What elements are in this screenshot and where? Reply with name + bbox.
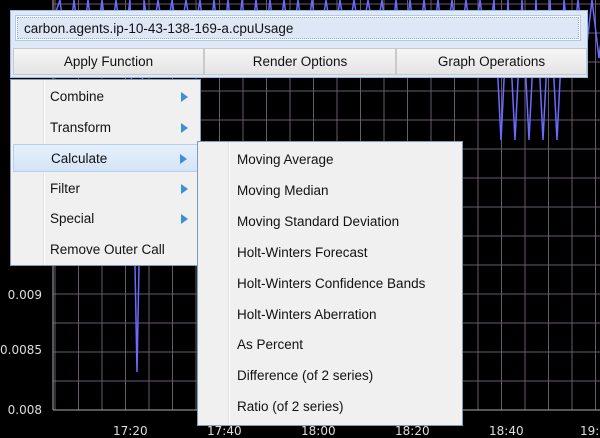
menu-item-label: Ratio (of 2 series) bbox=[237, 399, 344, 415]
menu-item-filter[interactable]: Filter bbox=[13, 175, 198, 203]
submenu-arrow-icon bbox=[181, 214, 188, 225]
menu-item-label: Combine bbox=[50, 89, 105, 104]
menu-item-label: Calculate bbox=[51, 151, 108, 167]
menu-item-label: Filter bbox=[50, 180, 80, 196]
render-options-button[interactable]: Render Options bbox=[204, 48, 396, 75]
menu-item-combine[interactable]: Combine bbox=[13, 83, 198, 111]
menu-item-label: Holt-Winters Confidence Bands bbox=[237, 275, 426, 291]
submenu-item-moving-average[interactable]: Moving Average bbox=[200, 146, 460, 174]
calculate-submenu: Moving Average Moving Median Moving Standa… bbox=[197, 141, 463, 426]
menu-item-label: Difference (of 2 series) bbox=[237, 368, 374, 384]
x-tick-label: 19: bbox=[580, 424, 600, 438]
menu-item-calculate[interactable]: Calculate bbox=[13, 144, 198, 173]
menu-item-label: Special bbox=[50, 211, 95, 227]
graph-target-list[interactable]: carbon.agents.ip-10-43-138-169-a.cpuUsag… bbox=[15, 15, 581, 41]
menu-item-label: Holt-Winters Forecast bbox=[237, 244, 368, 260]
submenu-item-moving-standard-deviation[interactable]: Moving Standard Deviation bbox=[200, 208, 460, 236]
menu-item-transform[interactable]: Transform bbox=[13, 114, 198, 142]
submenu-arrow-icon bbox=[180, 154, 187, 165]
menu-item-label: Remove Outer Call bbox=[50, 242, 165, 257]
submenu-item-holt-winters-forecast[interactable]: Holt-Winters Forecast bbox=[200, 239, 460, 267]
y-tick-label: 0.0085 bbox=[0, 343, 42, 357]
apply-function-menu: Combine Transform Calculate Filter Special Re… bbox=[10, 79, 201, 266]
submenu-item-difference-of-2-series[interactable]: Difference (of 2 series) bbox=[200, 362, 460, 390]
submenu-item-holt-winters-aberration[interactable]: Holt-Winters Aberration bbox=[200, 301, 460, 329]
submenu-arrow-icon bbox=[181, 122, 188, 133]
menu-item-special[interactable]: Special bbox=[13, 205, 198, 233]
submenu-item-holt-winters-confidence-bands[interactable]: Holt-Winters Confidence Bands bbox=[200, 270, 460, 298]
submenu-arrow-icon bbox=[181, 92, 188, 102]
submenu-item-as-percent[interactable]: As Percent bbox=[200, 331, 460, 359]
menu-item-label: As Percent bbox=[237, 337, 304, 353]
menu-item-label: Moving Average bbox=[237, 152, 334, 167]
submenu-item-ratio-of-2-series[interactable]: Ratio (of 2 series) bbox=[200, 393, 460, 421]
x-tick-label: 17:20 bbox=[113, 424, 148, 438]
menu-item-label: Moving Standard Deviation bbox=[237, 213, 400, 229]
menu-item-remove-outer-call[interactable]: Remove Outer Call bbox=[13, 236, 198, 264]
graph-target-item[interactable]: carbon.agents.ip-10-43-138-169-a.cpuUsag… bbox=[17, 17, 579, 39]
y-tick-label: 0.008 bbox=[7, 403, 42, 417]
menu-item-label: Transform bbox=[50, 119, 112, 135]
composer-panel: carbon.agents.ip-10-43-138-169-a.cpuUsag… bbox=[10, 10, 588, 78]
graph-operations-button[interactable]: Graph Operations bbox=[396, 48, 587, 75]
x-tick-label: 17:40 bbox=[207, 424, 242, 438]
x-tick-label: 18:00 bbox=[301, 424, 336, 438]
menu-item-label: Moving Median bbox=[237, 182, 329, 198]
x-tick-label: 18:20 bbox=[395, 424, 430, 438]
apply-function-button[interactable]: Apply Function bbox=[13, 48, 204, 75]
y-tick-label: 0.009 bbox=[7, 288, 42, 302]
submenu-item-moving-median[interactable]: Moving Median bbox=[200, 177, 460, 205]
x-tick-label: 18:40 bbox=[489, 424, 524, 438]
menu-item-label: Holt-Winters Aberration bbox=[237, 306, 377, 322]
submenu-arrow-icon bbox=[181, 183, 188, 194]
